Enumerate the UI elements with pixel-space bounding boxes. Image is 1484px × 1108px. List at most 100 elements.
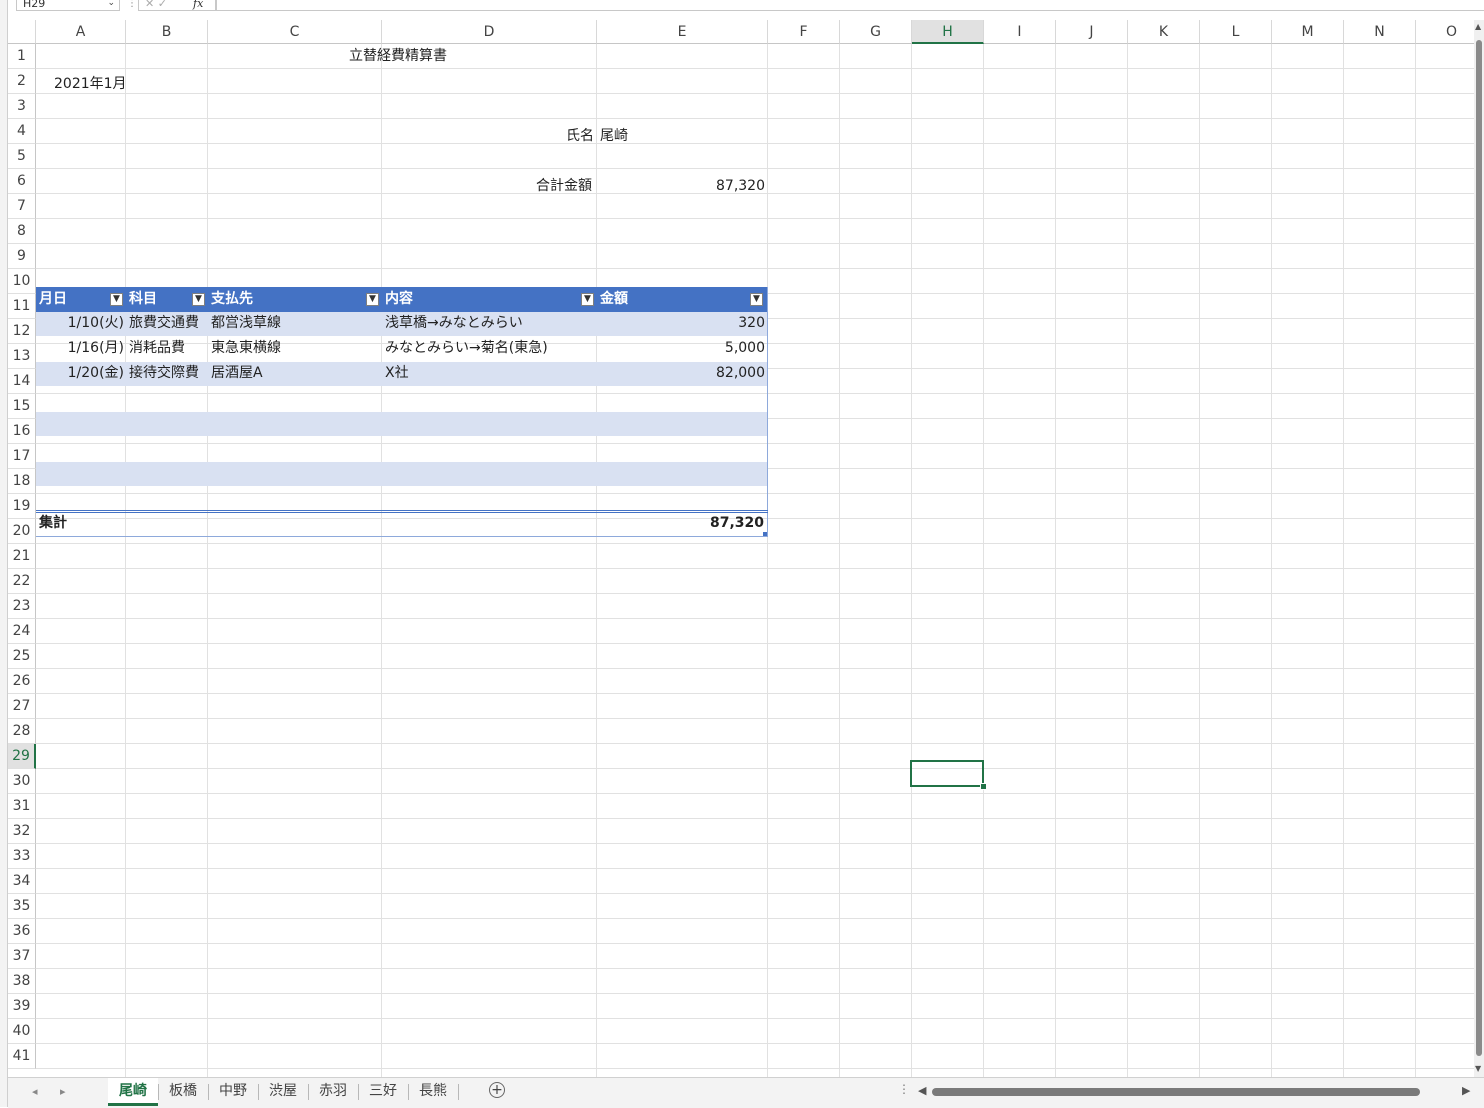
row-header-35[interactable]: 35 [8, 894, 36, 919]
row-header-24[interactable]: 24 [8, 619, 36, 644]
header-content[interactable]: 内容 ▼ [382, 287, 597, 311]
column-header-l[interactable]: L [1200, 20, 1272, 44]
table-cell-date[interactable]: 1/20(金) [36, 361, 124, 386]
function-icon[interactable]: fx [193, 0, 203, 9]
row-header-21[interactable]: 21 [8, 544, 36, 569]
sheet-tab-5[interactable]: 赤羽 [308, 1078, 358, 1106]
row-header-29[interactable]: 29 [8, 744, 36, 769]
row-header-12[interactable]: 12 [8, 319, 36, 344]
row-header-32[interactable]: 32 [8, 819, 36, 844]
row-header-10[interactable]: 10 [8, 269, 36, 294]
prev-sheet-icon[interactable]: ◂ [32, 1085, 38, 1098]
vertical-scroll-thumb[interactable] [1476, 40, 1482, 1056]
table-cell-content[interactable]: X社 [385, 361, 409, 386]
table-cell-category[interactable]: 消耗品費 [129, 336, 185, 361]
column-header-f[interactable]: F [768, 20, 840, 44]
scroll-up-icon[interactable]: ▲ [1475, 22, 1481, 31]
table-cell-payee[interactable]: 居酒屋A [211, 361, 263, 386]
table-total-value[interactable]: 87,320 [598, 511, 764, 536]
column-header-c[interactable]: C [208, 20, 382, 44]
row-header-41[interactable]: 41 [8, 1044, 36, 1069]
row-header-5[interactable]: 5 [8, 144, 36, 169]
row-header-11[interactable]: 11 [8, 294, 36, 319]
column-header-n[interactable]: N [1344, 20, 1416, 44]
row-header-6[interactable]: 6 [8, 169, 36, 194]
table-cell-content[interactable]: 浅草橋→みなとみらい [385, 311, 523, 336]
row-header-34[interactable]: 34 [8, 869, 36, 894]
header-payee[interactable]: 支払先 ▼ [208, 287, 382, 311]
sheet-tab-6[interactable]: 三好 [358, 1078, 408, 1106]
filter-dropdown-icon[interactable]: ▼ [750, 293, 763, 306]
column-header-a[interactable]: A [36, 20, 126, 44]
table-resize-handle[interactable] [763, 532, 767, 536]
row-header-27[interactable]: 27 [8, 694, 36, 719]
column-header-k[interactable]: K [1128, 20, 1200, 44]
row-header-40[interactable]: 40 [8, 1019, 36, 1044]
row-header-39[interactable]: 39 [8, 994, 36, 1019]
sheet-title[interactable]: 立替経費精算書 [349, 44, 447, 69]
horizontal-scroll-thumb[interactable] [932, 1088, 1420, 1096]
select-all-corner[interactable] [8, 20, 36, 44]
table-cell-date[interactable]: 1/16(月) [36, 336, 124, 361]
row-header-19[interactable]: 19 [8, 494, 36, 519]
sheet-tab-7[interactable]: 長熊 [408, 1078, 458, 1106]
table-cell-category[interactable]: 旅費交通費 [129, 311, 199, 336]
column-header-d[interactable]: D [382, 20, 597, 44]
column-header-e[interactable]: E [597, 20, 768, 44]
row-header-28[interactable]: 28 [8, 719, 36, 744]
row-header-14[interactable]: 14 [8, 369, 36, 394]
row-header-9[interactable]: 9 [8, 244, 36, 269]
filter-dropdown-icon[interactable]: ▼ [581, 293, 594, 306]
row-header-31[interactable]: 31 [8, 794, 36, 819]
row-header-17[interactable]: 17 [8, 444, 36, 469]
scroll-left-icon[interactable]: ◀ [918, 1084, 926, 1097]
header-amount[interactable]: 金額 ▼ [597, 287, 768, 311]
table-total-label[interactable]: 集計 [39, 511, 67, 536]
chevron-down-icon[interactable]: ⌄ [107, 0, 115, 8]
column-header-i[interactable]: I [984, 20, 1056, 44]
next-sheet-icon[interactable]: ▸ [60, 1085, 66, 1098]
row-header-13[interactable]: 13 [8, 344, 36, 369]
table-cell-amount[interactable]: 320 [598, 311, 765, 336]
row-header-18[interactable]: 18 [8, 469, 36, 494]
table-cell-payee[interactable]: 東急東横線 [211, 336, 281, 361]
header-category[interactable]: 科目 ▼ [126, 287, 208, 311]
filter-dropdown-icon[interactable]: ▼ [192, 293, 205, 306]
sheet-tab-2[interactable]: 板橋 [158, 1078, 208, 1106]
name-label-cell[interactable]: 氏名 [566, 124, 594, 149]
column-header-g[interactable]: G [840, 20, 912, 44]
column-header-b[interactable]: B [126, 20, 208, 44]
row-header-20[interactable]: 20 [8, 519, 36, 544]
period-cell[interactable]: 2021年1月 [54, 72, 127, 97]
row-header-36[interactable]: 36 [8, 919, 36, 944]
filter-dropdown-icon[interactable]: ▼ [366, 293, 379, 306]
filter-dropdown-icon[interactable]: ▼ [110, 293, 123, 306]
table-cell-category[interactable]: 接待交際費 [129, 361, 199, 386]
row-header-3[interactable]: 3 [8, 94, 36, 119]
row-header-33[interactable]: 33 [8, 844, 36, 869]
column-header-o[interactable]: O [1416, 20, 1474, 44]
row-header-1[interactable]: 1 [8, 44, 36, 69]
row-header-16[interactable]: 16 [8, 419, 36, 444]
column-header-h[interactable]: H [912, 20, 984, 44]
name-box[interactable]: H29 ⌄ [16, 0, 120, 11]
row-header-23[interactable]: 23 [8, 594, 36, 619]
table-cell-amount[interactable]: 82,000 [598, 361, 765, 386]
row-header-37[interactable]: 37 [8, 944, 36, 969]
sheet-tab-4[interactable]: 渋屋 [258, 1078, 308, 1106]
table-cell-payee[interactable]: 都営浅草線 [211, 311, 281, 336]
row-header-26[interactable]: 26 [8, 669, 36, 694]
scroll-right-icon[interactable]: ▶ [1462, 1084, 1470, 1097]
row-header-4[interactable]: 4 [8, 119, 36, 144]
row-header-15[interactable]: 15 [8, 394, 36, 419]
spreadsheet-grid[interactable]: ABCDEFGHIJKLMNO 1 2 3 4 5 6 7 8 9 10 11 12 13 14 15 16 1… [8, 20, 1474, 1077]
row-header-25[interactable]: 25 [8, 644, 36, 669]
row-header-7[interactable]: 7 [8, 194, 36, 219]
selected-cell[interactable] [910, 760, 984, 787]
row-header-2[interactable]: 2 [8, 69, 36, 94]
name-value-cell[interactable]: 尾崎 [600, 124, 628, 149]
sheet-tab-1[interactable]: 尾崎 [108, 1078, 158, 1106]
total-label-cell[interactable]: 合計金額 [536, 174, 592, 199]
row-header-22[interactable]: 22 [8, 569, 36, 594]
sheet-tab-3[interactable]: 中野 [208, 1078, 258, 1106]
